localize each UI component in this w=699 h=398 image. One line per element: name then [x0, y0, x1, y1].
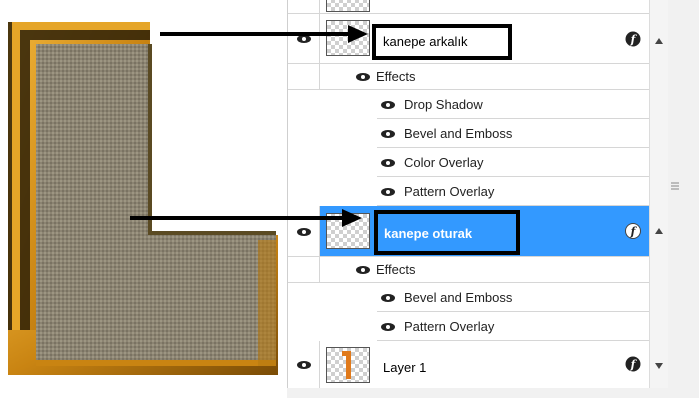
eye-icon[interactable] — [297, 360, 311, 370]
visibility-cell[interactable] — [288, 0, 320, 13]
annotation-box — [372, 24, 512, 60]
effect-row[interactable]: Bevel and Emboss — [377, 283, 668, 312]
scroll-up-arrow-icon[interactable] — [654, 37, 664, 45]
document-canvas — [0, 0, 290, 398]
eye-icon[interactable] — [381, 322, 395, 332]
eye-icon[interactable] — [381, 158, 395, 168]
eye-icon[interactable] — [381, 100, 395, 110]
fx-icon[interactable]: f — [625, 356, 641, 372]
sofa-fabric — [36, 44, 276, 360]
resize-grip-icon[interactable] — [669, 180, 681, 192]
effect-name: Color Overlay — [404, 155, 484, 170]
effect-name: Bevel and Emboss — [404, 126, 513, 141]
layer-thumbnail — [326, 347, 370, 383]
effect-name: Bevel and Emboss — [404, 290, 513, 305]
scroll-down-arrow-icon[interactable] — [654, 362, 664, 370]
visibility-cell[interactable] — [288, 14, 320, 63]
effect-row[interactable]: Pattern Overlay — [377, 177, 668, 206]
eye-icon[interactable] — [297, 34, 311, 44]
sofa-artwork — [8, 22, 278, 375]
fx-icon[interactable]: f — [625, 31, 641, 47]
layer-thumbnail-shape — [342, 351, 351, 379]
visibility-cell[interactable] — [288, 257, 320, 282]
visibility-cell[interactable] — [288, 206, 320, 256]
fx-icon[interactable]: f — [625, 223, 641, 239]
effects-label: Effects — [376, 69, 416, 84]
eye-icon[interactable] — [381, 129, 395, 139]
layer-thumbnail — [326, 0, 370, 12]
visibility-cell[interactable] — [288, 64, 320, 89]
effects-label: Effects — [376, 262, 416, 277]
eye-icon[interactable] — [381, 187, 395, 197]
effect-row[interactable]: Pattern Overlay — [377, 312, 668, 341]
annotation-box — [374, 210, 520, 255]
layer-row-layer-1[interactable]: Layer 1 f — [288, 341, 668, 388]
eye-icon[interactable] — [356, 72, 370, 82]
effect-name: Pattern Overlay — [404, 184, 495, 199]
effect-row[interactable]: Bevel and Emboss — [377, 119, 668, 148]
eye-icon[interactable] — [356, 265, 370, 275]
effects-row[interactable]: Effects — [288, 64, 668, 90]
layer-row-partial[interactable] — [288, 0, 668, 14]
layer-name: Layer 1 — [383, 360, 427, 375]
effect-row[interactable]: Drop Shadow — [377, 90, 668, 119]
effect-row[interactable]: Color Overlay — [377, 148, 668, 177]
layer-thumbnail — [326, 20, 370, 56]
layers-scrollbar[interactable] — [649, 0, 668, 388]
scroll-up-arrow-icon[interactable] — [654, 227, 664, 235]
layers-panel: kanepe arkalık f Effects Drop Shadow Bev… — [287, 0, 699, 398]
effect-name: Pattern Overlay — [404, 319, 495, 334]
visibility-cell[interactable] — [288, 341, 320, 388]
effect-name: Drop Shadow — [404, 97, 483, 112]
layers-list: kanepe arkalık f Effects Drop Shadow Bev… — [287, 0, 668, 388]
eye-icon[interactable] — [297, 227, 311, 237]
effects-row[interactable]: Effects — [288, 257, 668, 283]
layer-thumbnail — [326, 213, 370, 249]
eye-icon[interactable] — [381, 293, 395, 303]
